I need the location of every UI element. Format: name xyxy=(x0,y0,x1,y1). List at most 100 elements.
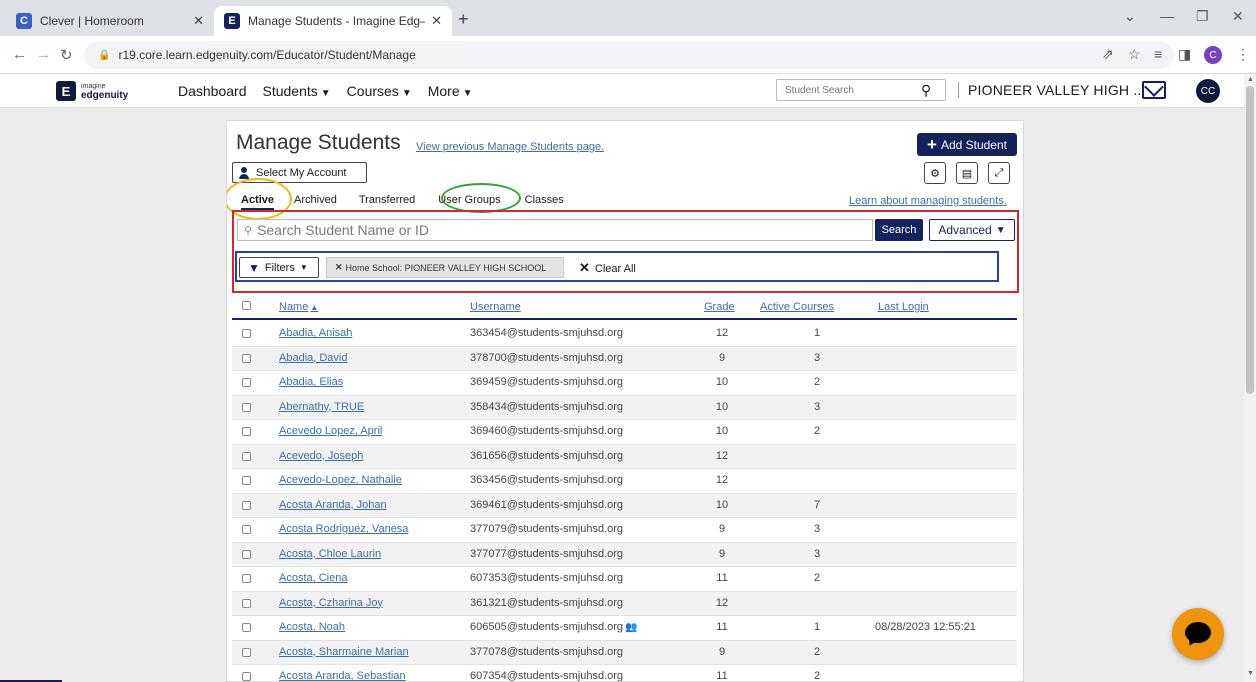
reload-icon[interactable]: ↻ xyxy=(60,46,73,64)
table-row: Abadia, David 378700@students-smjuhsd.org… xyxy=(232,346,1017,371)
select-all-checkbox[interactable] xyxy=(242,301,251,310)
nav-students[interactable]: Students ▼ xyxy=(263,83,331,99)
student-name-link[interactable]: Acosta, Czharina Joy xyxy=(279,597,383,609)
column-last-login[interactable]: Last Login xyxy=(878,301,929,313)
remove-filter-icon[interactable]: ✕ xyxy=(335,262,343,273)
add-student-button[interactable]: + Add Student xyxy=(917,133,1017,156)
student-name-link[interactable]: Abadia, David xyxy=(279,352,348,364)
student-name-link[interactable]: Acevedo, Joseph xyxy=(279,450,363,462)
row-checkbox[interactable] xyxy=(242,353,251,363)
bookmark-star-icon[interactable]: ☆ xyxy=(1128,46,1141,63)
row-checkbox[interactable] xyxy=(242,525,251,534)
student-name-link[interactable]: Abernathy, TRUE xyxy=(279,401,364,413)
side-panel-icon[interactable]: ◨ xyxy=(1178,46,1191,63)
minimize-icon[interactable]: — xyxy=(1160,8,1174,24)
column-active-courses[interactable]: Active Courses xyxy=(760,301,834,313)
mail-icon[interactable] xyxy=(1142,81,1166,99)
back-arrow-icon[interactable]: ← xyxy=(12,46,27,63)
nav-courses[interactable]: Courses ▼ xyxy=(347,83,412,99)
table-row: Acosta Rodriguez, Vanesa 377079@students-… xyxy=(232,518,1017,543)
row-checkbox[interactable] xyxy=(242,598,251,608)
tab-active[interactable]: Active xyxy=(241,194,275,210)
student-name-link[interactable]: Acosta, Sharmaine Marian xyxy=(279,646,409,658)
browser-tab-clever[interactable]: C Clever | Homeroom ✕ xyxy=(6,6,214,36)
tab-classes[interactable]: Classes xyxy=(525,194,564,210)
column-grade[interactable]: Grade xyxy=(704,301,735,313)
select-my-account-button[interactable]: Select My Account xyxy=(232,162,367,183)
student-name-search-field[interactable]: ⚲ Search Student Name or ID xyxy=(237,219,873,241)
close-tab-icon[interactable]: ✕ xyxy=(431,13,442,29)
student-name-link[interactable]: Acosta Aranda, Johan xyxy=(279,499,387,511)
student-search-input[interactable] xyxy=(777,84,917,96)
share-icon[interactable]: ⇗ xyxy=(1102,46,1114,63)
student-name-link[interactable]: Abadia, Anisah xyxy=(279,327,352,339)
settings-gear-icon[interactable]: ⚙ xyxy=(924,162,946,184)
student-name-link[interactable]: Acevedo-Lopez, Nathalie xyxy=(279,474,402,486)
tab-search-chevron-icon[interactable]: ⌄ xyxy=(1124,8,1136,25)
row-checkbox[interactable] xyxy=(242,402,251,412)
scrollbar-thumb[interactable] xyxy=(1246,86,1254,394)
url-field[interactable]: 🔒 r19.core.learn.edgenuity.com/Educator/… xyxy=(84,41,1174,69)
restore-icon[interactable]: ❐ xyxy=(1196,8,1209,25)
column-username[interactable]: Username xyxy=(470,301,521,313)
home-school-filter-chip[interactable]: ✕ Home School: PIONEER VALLEY HIGH SCHOO… xyxy=(326,257,564,278)
row-checkbox[interactable] xyxy=(242,672,251,681)
user-avatar[interactable]: CC xyxy=(1196,79,1220,103)
clear-all-button[interactable]: ✕ Clear All xyxy=(579,260,636,276)
previous-page-link[interactable]: View previous Manage Students page. xyxy=(416,141,604,153)
learn-more-link[interactable]: Learn about managing students. xyxy=(849,195,1007,207)
page-scrollbar[interactable]: ▲ ▼ xyxy=(1244,74,1256,682)
tab-transferred[interactable]: Transferred xyxy=(359,194,415,210)
row-checkbox[interactable] xyxy=(242,476,251,485)
tab-archived[interactable]: Archived xyxy=(294,194,337,210)
student-name-link[interactable]: Acevedo Lopez, April xyxy=(279,425,382,437)
reading-list-icon[interactable]: ≡ xyxy=(1154,46,1162,62)
row-checkbox[interactable] xyxy=(242,378,251,387)
filters-button[interactable]: ▼ Filters ▼ xyxy=(239,257,319,278)
export-file-icon[interactable]: ▤ xyxy=(956,162,978,184)
row-checkbox[interactable] xyxy=(242,329,251,338)
username-text: 607354@students-smjuhsd.org xyxy=(470,670,624,682)
expand-icon[interactable]: ⤢ xyxy=(988,162,1010,184)
school-selector[interactable]: PIONEER VALLEY HIGH ... xyxy=(958,82,1146,98)
app-header: E imagine edgenuity Dashboard Students ▼ … xyxy=(0,74,1244,108)
student-name-link[interactable]: Acosta, Chloe Laurin xyxy=(279,548,381,560)
table-row: Acosta Aranda, Johan 369461@students-smju… xyxy=(232,493,1017,518)
student-username: 369461@students-smjuhsd.org xyxy=(470,499,623,511)
search-icon[interactable]: ⚲ xyxy=(921,82,931,99)
row-checkbox[interactable] xyxy=(242,427,251,436)
row-checkbox[interactable] xyxy=(242,500,251,510)
search-button[interactable]: Search xyxy=(875,219,923,241)
student-name-link[interactable]: Acosta, Ciena xyxy=(279,572,347,584)
student-name-link[interactable]: Acosta, Noah xyxy=(279,621,345,633)
nav-more[interactable]: More ▼ xyxy=(428,83,473,99)
row-checkbox[interactable] xyxy=(242,647,251,657)
chat-button[interactable] xyxy=(1172,608,1224,660)
browser-menu-icon[interactable]: ⋮ xyxy=(1236,46,1250,63)
column-name[interactable]: Name ▲ xyxy=(279,301,318,313)
scroll-up-icon[interactable]: ▲ xyxy=(1247,76,1254,83)
forward-arrow-icon[interactable]: → xyxy=(36,46,51,63)
row-checkbox[interactable] xyxy=(242,623,251,632)
row-checkbox[interactable] xyxy=(242,451,251,461)
student-active-courses: 1 xyxy=(813,621,821,633)
close-icon: ✕ xyxy=(579,260,590,275)
table-row: Acosta, Chloe Laurin 377077@students-smju… xyxy=(232,542,1017,567)
row-checkbox[interactable] xyxy=(242,574,251,583)
plus-icon: + xyxy=(927,134,937,154)
tab-user-groups[interactable]: User Groups xyxy=(438,194,500,210)
advanced-button[interactable]: Advanced ▼ xyxy=(929,219,1015,241)
edgenuity-logo[interactable]: E imagine edgenuity xyxy=(56,81,128,101)
window-close-icon[interactable]: ✕ xyxy=(1232,8,1244,25)
nav-dashboard[interactable]: Dashboard xyxy=(178,83,247,99)
user-group-icon[interactable]: 👥 xyxy=(625,622,637,633)
new-tab-icon[interactable]: + xyxy=(458,9,469,30)
scroll-down-icon[interactable]: ▼ xyxy=(1247,670,1254,677)
row-checkbox[interactable] xyxy=(242,549,251,559)
close-tab-icon[interactable]: ✕ xyxy=(193,13,204,29)
student-name-link[interactable]: Acosta Rodriguez, Vanesa xyxy=(279,523,408,535)
profile-avatar[interactable]: C xyxy=(1204,46,1222,64)
browser-tab-edgenuity[interactable]: E Manage Students - Imagine Edg— ✕ xyxy=(214,6,452,36)
student-name-link[interactable]: Acosta Aranda, Sebastian xyxy=(279,670,406,681)
student-name-link[interactable]: Abadia, Elias xyxy=(279,376,343,388)
